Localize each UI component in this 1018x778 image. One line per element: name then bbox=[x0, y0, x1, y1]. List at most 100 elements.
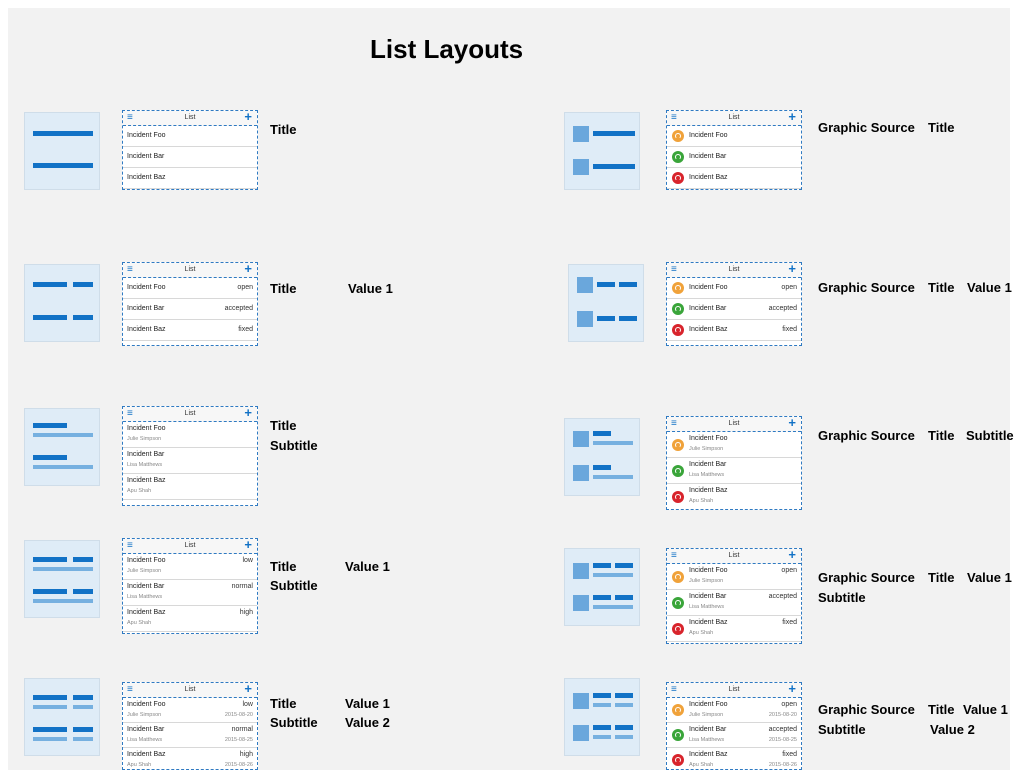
list-header: ≡ List + bbox=[123, 539, 257, 554]
status-open-icon bbox=[672, 282, 684, 294]
status-fixed-icon bbox=[672, 324, 684, 336]
label-value1: Value 1 bbox=[348, 281, 393, 296]
list-item[interactable]: Incident Baz fixed bbox=[123, 320, 257, 341]
layout-icon-title bbox=[24, 112, 100, 190]
list-item[interactable]: Incident Bar Lisa Matthews normal 2015-08-2… bbox=[123, 723, 257, 748]
status-fixed-icon bbox=[672, 491, 684, 503]
label-title: Title bbox=[928, 570, 955, 585]
label-value1: Value 1 bbox=[963, 702, 1008, 717]
label-subtitle: Subtitle bbox=[270, 715, 318, 730]
list-item[interactable]: Incident Baz Apu Shah bbox=[123, 474, 257, 500]
list-item[interactable]: Incident Bar bbox=[123, 147, 257, 168]
list-preview-graphic-title: ≡ List + Incident Foo Incident Bar Incid… bbox=[666, 110, 802, 190]
list-item[interactable]: Incident Baz Apu Shah bbox=[667, 484, 801, 509]
list-header: ≡ List + bbox=[667, 549, 801, 564]
label-graphic-source: Graphic Source bbox=[818, 428, 915, 443]
layout-icon-title-value bbox=[24, 264, 100, 342]
list-preview-title: ≡ List + Incident Foo Incident Bar Incid… bbox=[122, 110, 258, 190]
label-value2: Value 2 bbox=[345, 715, 390, 730]
list-item[interactable]: Incident Foo Julie Simpson bbox=[667, 432, 801, 458]
list-preview-graphic-title-subtitle-value1-value2: ≡ List + Incident Foo Julie Simpson open 20… bbox=[666, 682, 802, 770]
status-accepted-icon bbox=[672, 597, 684, 609]
list-preview-title-subtitle: ≡ List + Incident Foo Julie Simpson Incid… bbox=[122, 406, 258, 506]
list-item[interactable]: Incident Foo Julie Simpson open 2015-08-20 bbox=[667, 698, 801, 723]
list-item[interactable]: Incident Foo open bbox=[123, 278, 257, 299]
list-item[interactable]: Incident Foo Julie Simpson open bbox=[667, 564, 801, 590]
list-item[interactable]: Incident Bar Lisa Matthews accepted bbox=[667, 590, 801, 616]
status-accepted-icon bbox=[672, 465, 684, 477]
list-item[interactable]: Incident Bar accepted bbox=[667, 299, 801, 320]
list-header: ≡ List + bbox=[667, 683, 801, 698]
label-graphic-source: Graphic Source bbox=[818, 120, 915, 135]
label-title: Title bbox=[928, 702, 955, 717]
status-open-icon bbox=[672, 439, 684, 451]
label-title: Title bbox=[928, 428, 955, 443]
page-title: List Layouts bbox=[370, 34, 524, 64]
plus-icon[interactable]: + bbox=[244, 683, 252, 696]
layout-icon-graphic-title-subtitle-value1-value2 bbox=[564, 678, 640, 756]
label-graphic-source: Graphic Source bbox=[818, 702, 915, 717]
list-item[interactable]: Incident Baz bbox=[667, 168, 801, 189]
list-header: ≡ List + bbox=[667, 263, 801, 278]
plus-icon[interactable]: + bbox=[788, 111, 796, 124]
layout-icon-title-subtitle bbox=[24, 408, 100, 486]
list-item[interactable]: Incident Baz Apu Shah fixed 2015-08-26 bbox=[667, 748, 801, 769]
status-fixed-icon bbox=[672, 172, 684, 184]
layout-icon-title-subtitle-value bbox=[24, 540, 100, 618]
list-item[interactable]: Incident Foo Julie Simpson low 2015-08-20 bbox=[123, 698, 257, 723]
list-header: ≡ List + bbox=[667, 111, 801, 126]
list-item[interactable]: Incident Foo Julie Simpson bbox=[123, 422, 257, 448]
status-fixed-icon bbox=[672, 623, 684, 635]
label-subtitle: Subtitle bbox=[270, 438, 318, 453]
plus-icon[interactable]: + bbox=[788, 417, 796, 430]
label-title: Title bbox=[270, 696, 297, 711]
list-item[interactable]: Incident Bar bbox=[667, 147, 801, 168]
label-graphic-source: Graphic Source bbox=[818, 570, 915, 585]
label-title: Title bbox=[270, 281, 297, 296]
label-title: Title bbox=[270, 122, 297, 137]
list-item[interactable]: Incident Bar Lisa Matthews bbox=[123, 448, 257, 474]
label-value1: Value 1 bbox=[967, 570, 1012, 585]
label-title: Title bbox=[928, 120, 955, 135]
list-item[interactable]: Incident Baz Apu Shah high bbox=[123, 606, 257, 632]
list-item[interactable]: Incident Bar Lisa Matthews normal bbox=[123, 580, 257, 606]
list-header: ≡ List + bbox=[123, 111, 257, 126]
status-accepted-icon bbox=[672, 729, 684, 741]
status-open-icon bbox=[672, 130, 684, 142]
plus-icon[interactable]: + bbox=[788, 683, 796, 696]
list-item[interactable]: Incident Bar accepted bbox=[123, 299, 257, 320]
list-preview-graphic-title-subtitle: ≡ List + Incident Foo Julie Simpson Incid… bbox=[666, 416, 802, 510]
label-graphic-source: Graphic Source bbox=[818, 280, 915, 295]
list-item[interactable]: Incident Foo bbox=[667, 126, 801, 147]
list-preview-title-value: ≡ List + Incident Foo open Incident Bar ac… bbox=[122, 262, 258, 346]
list-header-title: List bbox=[184, 114, 196, 121]
list-item[interactable]: Incident Baz Apu Shah fixed bbox=[667, 616, 801, 642]
status-accepted-icon bbox=[672, 151, 684, 163]
list-preview-title-subtitle-value: ≡ List + Incident Foo Julie Simpson low In… bbox=[122, 538, 258, 634]
status-open-icon bbox=[672, 571, 684, 583]
list-item[interactable]: Incident Baz Apu Shah high 2015-08-26 bbox=[123, 748, 257, 769]
list-item[interactable]: Incident Foo open bbox=[667, 278, 801, 299]
list-item[interactable]: Incident Baz fixed bbox=[667, 320, 801, 341]
plus-icon[interactable]: + bbox=[788, 549, 796, 562]
plus-icon[interactable]: + bbox=[244, 263, 252, 276]
list-item[interactable]: Incident Foo bbox=[123, 126, 257, 147]
layout-icon-title-subtitle-value1-value2 bbox=[24, 678, 100, 756]
label-title: Title bbox=[928, 280, 955, 295]
list-item[interactable]: Incident Bar Lisa Matthews bbox=[667, 458, 801, 484]
status-accepted-icon bbox=[672, 303, 684, 315]
label-subtitle: Subtitle bbox=[818, 722, 866, 737]
plus-icon[interactable]: + bbox=[244, 111, 252, 124]
label-value1: Value 1 bbox=[345, 696, 390, 711]
label-value1: Value 1 bbox=[345, 559, 390, 574]
list-item[interactable]: Incident Foo Julie Simpson low bbox=[123, 554, 257, 580]
plus-icon[interactable]: + bbox=[244, 407, 252, 420]
list-item[interactable]: Incident Bar Lisa Matthews accepted 2015-08… bbox=[667, 723, 801, 748]
plus-icon[interactable]: + bbox=[788, 263, 796, 276]
plus-icon[interactable]: + bbox=[244, 539, 252, 552]
list-item[interactable]: Incident Baz bbox=[123, 168, 257, 189]
status-fixed-icon bbox=[672, 754, 684, 766]
layout-icon-graphic-title-subtitle bbox=[564, 418, 640, 496]
label-subtitle: Subtitle bbox=[270, 578, 318, 593]
label-value1: Value 1 bbox=[967, 280, 1012, 295]
